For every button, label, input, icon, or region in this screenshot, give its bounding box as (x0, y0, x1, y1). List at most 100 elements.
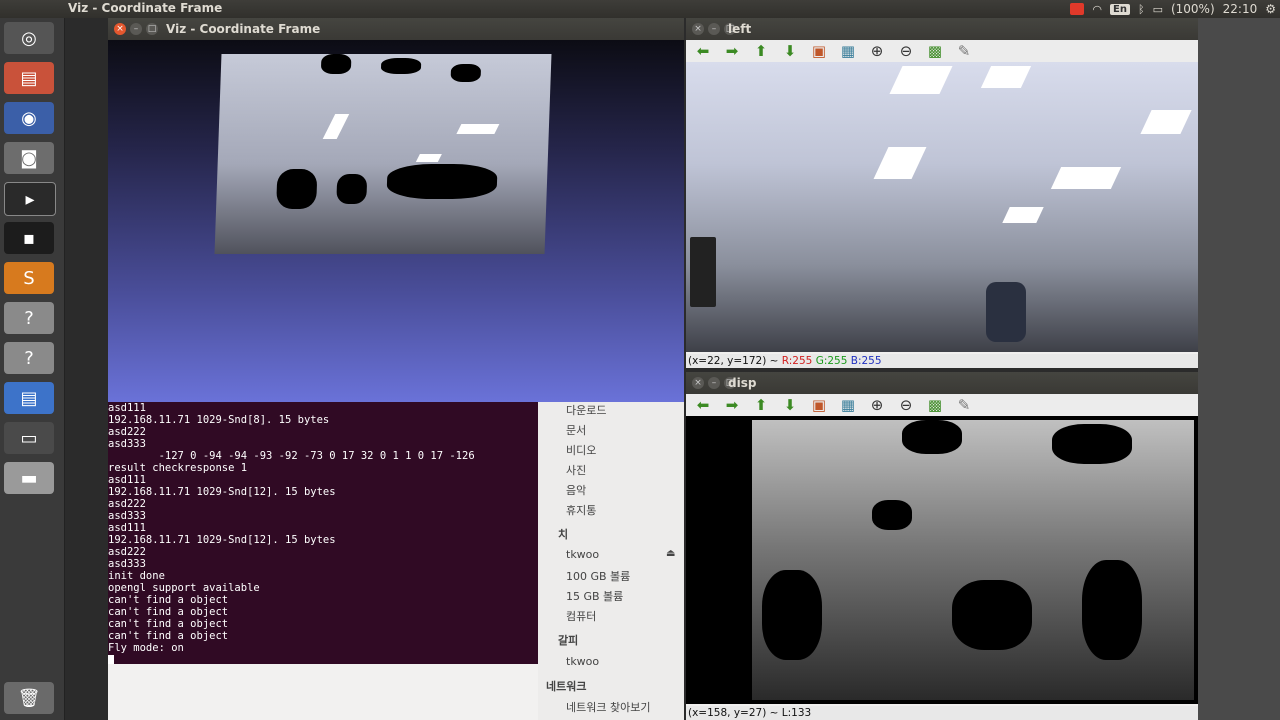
sidebar-device-volume-15gb[interactable]: 15 GB 볼륨 (566, 588, 623, 604)
terminal-line: 192.168.11.71 1029-Snd[12]. 15 bytes (108, 486, 336, 498)
close-button[interactable]: × (114, 23, 126, 35)
zoom-fit-icon[interactable]: ▣ (808, 42, 830, 60)
pan-up-icon[interactable]: ⬆ (750, 42, 772, 60)
zoom-out-icon[interactable]: ⊖ (895, 42, 917, 60)
zoom-in-icon[interactable]: ⊕ (866, 42, 888, 60)
properties-icon[interactable]: ✎ (953, 396, 975, 414)
sidebar-item-videos[interactable]: 비디오 (566, 442, 596, 458)
files-icon[interactable]: ▤ (4, 62, 54, 94)
firefox-icon[interactable]: ◉ (4, 102, 54, 134)
terminal-line: result checkresponse 1 (108, 462, 248, 474)
terminal-line: asd333 (108, 558, 146, 570)
sublime-icon[interactable]: S (4, 262, 54, 294)
minimize-button[interactable]: – (708, 23, 720, 35)
sidebar-item-pictures[interactable]: 사진 (566, 462, 586, 478)
minimize-button[interactable]: – (708, 377, 720, 389)
zoom-out-icon[interactable]: ⊖ (895, 396, 917, 414)
pixel-b-value: B:255 (850, 355, 882, 367)
zoom-original-icon[interactable]: ▦ (837, 42, 859, 60)
pan-left-icon[interactable]: ⬅ (692, 42, 714, 60)
bluetooth-icon[interactable]: ᛒ (1138, 3, 1145, 16)
zoom-in-icon[interactable]: ⊕ (866, 396, 888, 414)
terminal-line: init done (108, 570, 165, 582)
maximize-button[interactable]: □ (146, 23, 158, 35)
save-icon[interactable]: ▩ (924, 42, 946, 60)
disp-pixel-readout: (x=158, y=27) ~ L:133 (688, 707, 812, 719)
usb-drive-icon[interactable]: ▭ (4, 422, 54, 454)
terminal-cursor (108, 654, 114, 664)
terminal-line: -127 0 -94 -94 -93 -92 -73 0 17 32 0 1 1… (108, 450, 475, 462)
disp-statusbar: (x=158, y=27) ~ L:133 (686, 706, 1198, 720)
sidebar-item-documents[interactable]: 문서 (566, 422, 586, 438)
wifi-icon[interactable]: ◠ (1092, 3, 1102, 16)
left-titlebar[interactable]: × – □ left (686, 18, 1198, 40)
disp-titlebar[interactable]: × – □ disp (686, 372, 1198, 394)
terminal-icon[interactable]: ▸ (4, 182, 56, 216)
terminal-dark-icon[interactable]: ▪ (4, 222, 54, 254)
desktop-background (1198, 18, 1280, 720)
sidebar-device-computer[interactable]: 컴퓨터 (566, 608, 596, 624)
unknown-app-icon[interactable]: ? (4, 302, 54, 334)
clock[interactable]: 22:10 (1223, 2, 1258, 16)
pan-down-icon[interactable]: ⬇ (779, 42, 801, 60)
terminal-line: opengl support available (108, 582, 260, 594)
files-sidebar: 다운로드 문서 비디오 사진 음악 휴지통 치 tkwoo ⏏ 100 GB 볼… (538, 396, 684, 720)
left-camera-image[interactable] (686, 62, 1198, 352)
sidebar-device-home[interactable]: tkwoo (566, 548, 599, 561)
sidebar-item-downloads[interactable]: 다운로드 (566, 402, 606, 418)
properties-icon[interactable]: ✎ (953, 42, 975, 60)
sidebar-item-trash[interactable]: 휴지통 (566, 502, 596, 518)
pan-right-icon[interactable]: ➡ (721, 396, 743, 414)
terminal-line: asd111 (108, 522, 146, 534)
pixel-coords: (x=22, y=172) ~ (688, 355, 782, 367)
image-toolbar: ⬅ ➡ ⬆ ⬇ ▣ ▦ ⊕ ⊖ ▩ ✎ (686, 40, 1198, 62)
viz-titlebar[interactable]: × – □ Viz - Coordinate Frame (108, 18, 684, 40)
pan-down-icon[interactable]: ⬇ (779, 396, 801, 414)
section-bookmarks: 갈피 (558, 634, 579, 647)
window-title: Viz - Coordinate Frame (166, 22, 321, 36)
save-icon[interactable]: ▩ (924, 396, 946, 414)
left-image-window[interactable]: × – □ left ⬅ ➡ ⬆ ⬇ ▣ ▦ ⊕ ⊖ ▩ ✎ (x=22, y=… (686, 18, 1198, 368)
section-devices: 치 (558, 528, 569, 541)
document-icon[interactable]: ▤ (4, 382, 54, 414)
unknown-app-icon-2[interactable]: ? (4, 342, 54, 374)
settings-gear-icon[interactable]: ⚙ (1265, 2, 1276, 16)
terminal-line: can't find a object (108, 618, 229, 630)
point-cloud-viewport[interactable] (108, 40, 684, 402)
keyboard-language-indicator[interactable]: En (1110, 3, 1130, 15)
top-panel: Viz - Coordinate Frame ◠ En ᛒ ▭ (100%) 2… (0, 0, 1280, 18)
sidebar-bookmark-tkwoo[interactable]: tkwoo (566, 655, 599, 668)
trash-icon[interactable]: 🗑 (4, 682, 54, 714)
terminal-line: can't find a object (108, 606, 229, 618)
sidebar-device-volume-100gb[interactable]: 100 GB 볼륨 (566, 568, 630, 584)
terminal-line: asd333 (108, 510, 146, 522)
pan-right-icon[interactable]: ➡ (721, 42, 743, 60)
disk-icon[interactable]: ▬ (4, 462, 54, 494)
terminal-line: 192.168.11.71 1029-Snd[8]. 15 bytes (108, 414, 330, 426)
left-statusbar: (x=22, y=172) ~ R:255 G:255 B:255 (686, 354, 1198, 368)
terminal-line: 192.168.11.71 1029-Snd[12]. 15 bytes (108, 534, 336, 546)
zoom-fit-icon[interactable]: ▣ (808, 396, 830, 414)
viz-window[interactable]: × – □ Viz - Coordinate Frame (108, 18, 684, 402)
record-indicator-icon[interactable] (1070, 3, 1085, 15)
battery-percent[interactable]: (100%) (1171, 2, 1215, 16)
point-cloud-render (214, 54, 552, 254)
terminal-line: asd111 (108, 474, 146, 486)
close-button[interactable]: × (692, 377, 704, 389)
minimize-button[interactable]: – (130, 23, 142, 35)
disparity-image-area[interactable] (686, 416, 1198, 704)
terminal-output[interactable]: asd111 192.168.11.71 1029-Snd[8]. 15 byte… (108, 402, 556, 664)
pan-up-icon[interactable]: ⬆ (750, 396, 772, 414)
sidebar-item-music[interactable]: 음악 (566, 482, 586, 498)
close-button[interactable]: × (692, 23, 704, 35)
pan-left-icon[interactable]: ⬅ (692, 396, 714, 414)
terminal-line: asd222 (108, 546, 146, 558)
zoom-original-icon[interactable]: ▦ (837, 396, 859, 414)
battery-icon[interactable]: ▭ (1153, 3, 1163, 16)
disp-image-window[interactable]: × – □ disp ⬅ ➡ ⬆ ⬇ ▣ ▦ ⊕ ⊖ ▩ ✎ (x=158, y… (686, 372, 1198, 720)
ubuntu-dash-icon[interactable]: ◎ (4, 22, 54, 54)
camera-icon[interactable]: ◙ (4, 142, 54, 174)
pixel-r-value: R:255 (781, 355, 813, 367)
eject-icon[interactable]: ⏏ (666, 548, 675, 559)
sidebar-network-browse[interactable]: 네트워크 찾아보기 (566, 699, 650, 715)
